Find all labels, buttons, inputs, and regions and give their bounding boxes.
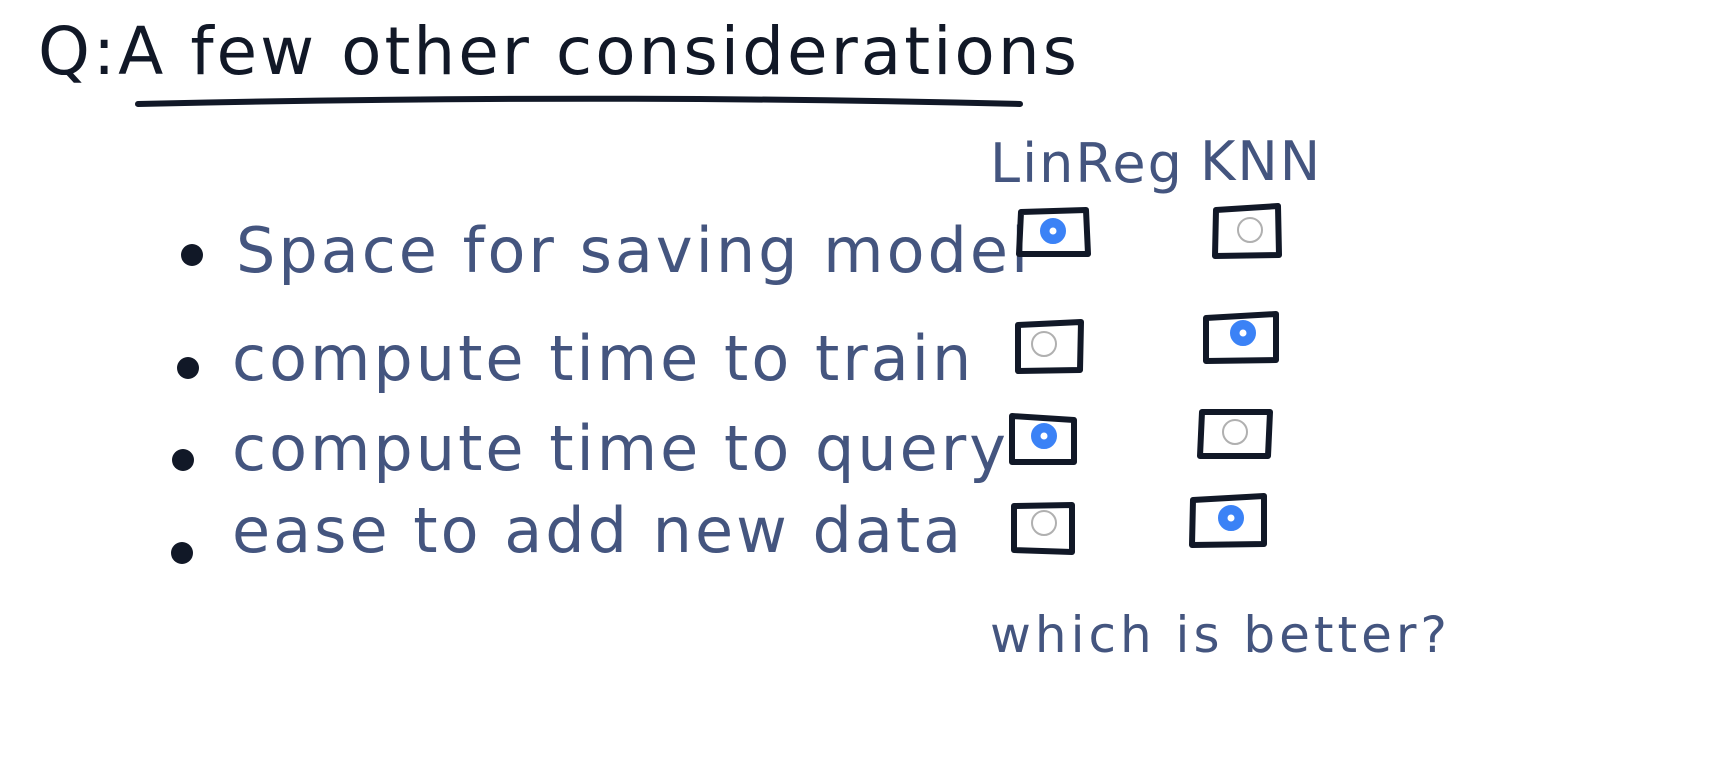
quiz-slide: Q:A few other considerations LinReg KNN … [0, 0, 1714, 768]
item-label-space: Space for saving model [236, 214, 1031, 287]
radio-dot [1040, 432, 1048, 440]
radio-dot [1227, 514, 1235, 522]
radio-dot [1049, 227, 1057, 235]
bullet-dot [171, 542, 193, 564]
slide-title: Q:A few other considerations [38, 13, 1080, 90]
bullet-dot [181, 244, 203, 266]
slide-canvas: Q:A few other considerations LinReg KNN … [38, 13, 1451, 664]
item-label-query-time: compute time to query [232, 412, 1009, 485]
radio-group [1031, 217, 1263, 536]
item-label-train-time: compute time to train [232, 322, 974, 395]
column-header-knn: KNN [1200, 130, 1322, 193]
radio-knn-1[interactable] [1237, 217, 1263, 243]
column-header-linreg: LinReg [990, 132, 1184, 195]
bullet-dot [177, 357, 199, 379]
radio-dot [1239, 329, 1247, 337]
radio-linreg-2[interactable] [1031, 331, 1057, 357]
title-underline [135, 95, 1023, 107]
radio-knn-3[interactable] [1222, 419, 1248, 445]
footer-question: which is better? [990, 606, 1451, 664]
item-label-add-data: ease to add new data [232, 494, 964, 567]
radio-linreg-4[interactable] [1031, 510, 1057, 536]
bullet-dot [172, 449, 194, 471]
